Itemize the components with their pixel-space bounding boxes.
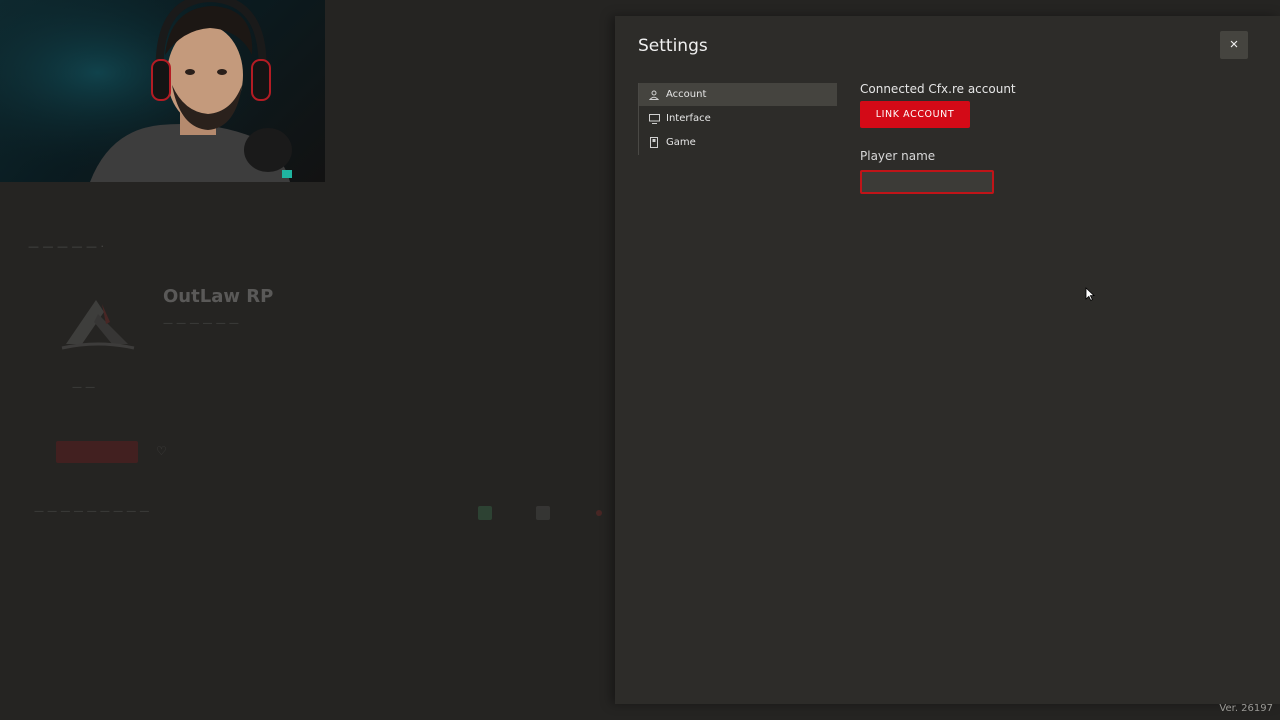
nav-item-account-label: Account (666, 89, 707, 100)
player-count: — — (72, 382, 96, 393)
settings-panel: Settings × Account Interface Game Connec… (615, 16, 1280, 704)
connect-button (56, 441, 138, 463)
nav-item-account[interactable]: Account (639, 83, 837, 106)
settings-title: Settings (638, 36, 708, 56)
close-button[interactable]: × (1220, 31, 1248, 59)
status-indicator (478, 506, 492, 520)
monitor-icon (648, 113, 660, 125)
nav-item-interface[interactable]: Interface (639, 107, 837, 130)
link-account-button[interactable]: LINK ACCOUNT (860, 101, 970, 128)
settings-nav: Account Interface Game (638, 83, 837, 155)
nav-item-interface-label: Interface (666, 113, 711, 124)
nav-item-game-label: Game (666, 137, 696, 148)
webcam-overlay (0, 0, 325, 182)
info-indicator (536, 506, 550, 520)
server-info-row: — — — — — — — — — (34, 506, 150, 517)
game-icon (648, 137, 660, 149)
connected-account-label: Connected Cfx.re account (860, 82, 1016, 96)
server-title: OutLaw RP (163, 286, 274, 307)
version-label: Ver. 26197 (1219, 703, 1273, 714)
account-settings: Connected Cfx.re account LINK ACCOUNT Pl… (860, 82, 1260, 194)
user-icon (648, 89, 660, 101)
server-logo (61, 300, 135, 350)
mouse-cursor-icon (1085, 287, 1095, 301)
alert-dot (596, 510, 602, 516)
background-breadcrumb: — — — — — · (28, 240, 104, 253)
nav-item-game[interactable]: Game (639, 131, 837, 154)
server-subtitle: — — — — — — (163, 318, 239, 329)
player-name-input[interactable] (860, 170, 994, 194)
player-name-label: Player name (860, 149, 936, 163)
webcam-person-illustration (0, 0, 325, 182)
heart-icon: ♡ (156, 444, 167, 458)
